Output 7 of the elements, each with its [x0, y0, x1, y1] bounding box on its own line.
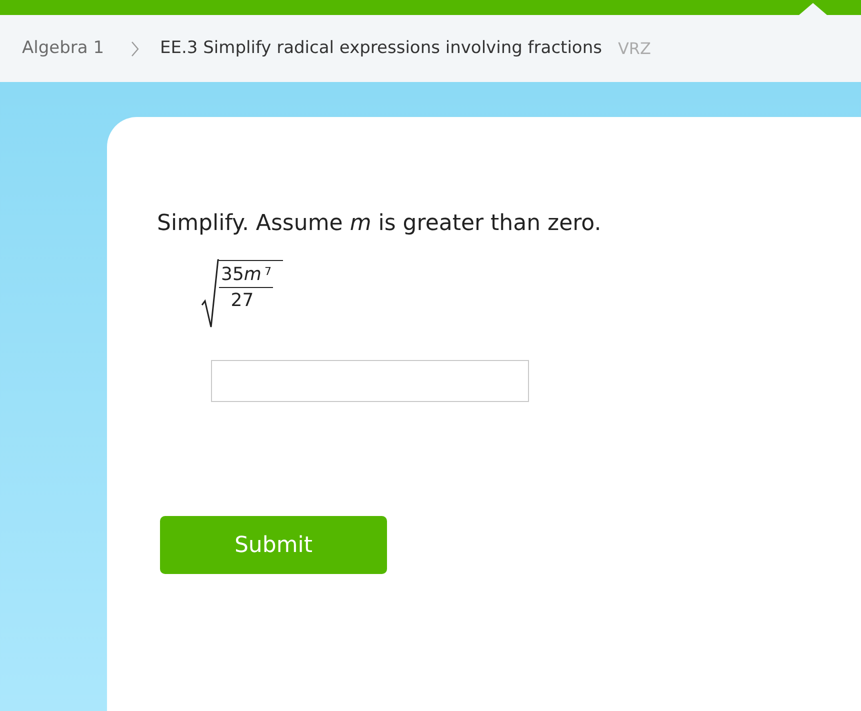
breadcrumb-link[interactable]: Algebra 1 [22, 36, 104, 62]
skill-title: EE.3 Simplify radical expressions involving fractions [160, 36, 602, 60]
skill-code: VRZ [618, 38, 651, 60]
question-text: Simplify. Assume m is greater than zero. [157, 210, 602, 238]
submit-button[interactable]: Submit [160, 516, 387, 574]
numerator: 35m $^{7}$ [219, 263, 274, 288]
denominator: 27 [230, 289, 255, 313]
